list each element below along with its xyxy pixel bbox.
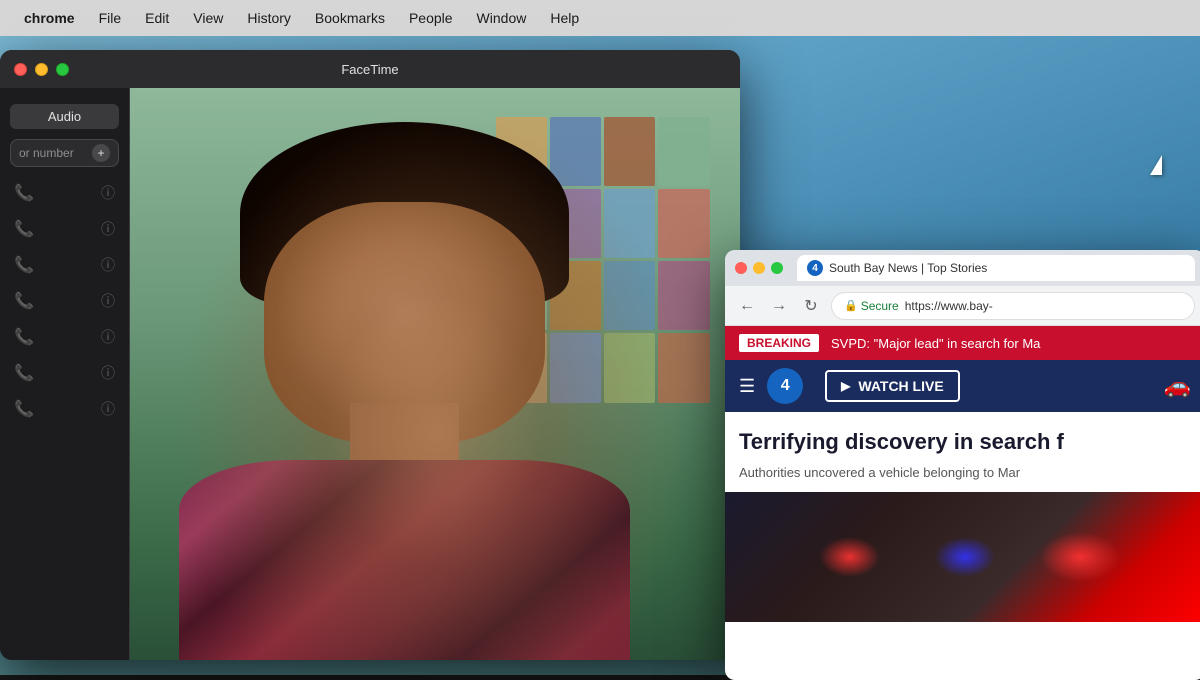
news-navbar: ☰ 4 ▶ WATCH LIVE 🚗 xyxy=(725,360,1200,412)
menu-people[interactable]: People xyxy=(397,6,465,30)
secure-badge: 🔒 Secure xyxy=(844,299,899,313)
add-contact-button[interactable]: + xyxy=(92,144,110,162)
phone-icon: 📞 xyxy=(14,183,34,203)
facetime-title: FaceTime xyxy=(341,62,398,77)
info-icon[interactable]: ⓘ xyxy=(101,291,115,311)
info-icon[interactable]: ⓘ xyxy=(101,399,115,419)
traffic-lights xyxy=(14,63,69,76)
contact-row[interactable]: 📞 ⓘ xyxy=(0,283,129,319)
news-headline: Terrifying discovery in search f xyxy=(739,428,1191,456)
police-lights xyxy=(773,518,1157,596)
contact-row[interactable]: 📞 ⓘ xyxy=(0,355,129,391)
info-icon[interactable]: ⓘ xyxy=(101,327,115,347)
chrome-maximize-button[interactable] xyxy=(771,262,783,274)
news-subtext: Authorities uncovered a vehicle belongin… xyxy=(739,464,1191,482)
phone-icon: 📞 xyxy=(14,327,34,347)
phone-icon: 📞 xyxy=(14,219,34,239)
chrome-close-button[interactable] xyxy=(735,262,747,274)
menu-file[interactable]: File xyxy=(87,6,134,30)
close-button[interactable] xyxy=(14,63,27,76)
hamburger-menu-icon[interactable]: ☰ xyxy=(739,376,755,397)
chrome-tab[interactable]: 4 South Bay News | Top Stories xyxy=(797,255,1195,281)
contact-row[interactable]: 📞 ⓘ xyxy=(0,211,129,247)
chrome-minimize-button[interactable] xyxy=(753,262,765,274)
facetime-window: FaceTime Audio or number + 📞 ⓘ 📞 ⓘ 📞 ⓘ 📞… xyxy=(0,50,740,660)
audio-button[interactable]: Audio xyxy=(10,104,119,129)
url-text: https://www.bay- xyxy=(905,299,993,313)
car-icon: 🚗 xyxy=(1164,373,1191,399)
phone-icon: 📞 xyxy=(14,363,34,383)
watch-live-button[interactable]: ▶ WATCH LIVE xyxy=(825,370,960,402)
facetime-video xyxy=(130,88,740,660)
contact-row[interactable]: 📞 ⓘ xyxy=(0,391,129,427)
menu-window[interactable]: Window xyxy=(465,6,539,30)
contacts-list: 📞 ⓘ 📞 ⓘ 📞 ⓘ 📞 ⓘ 📞 ⓘ 📞 ⓘ xyxy=(0,171,129,650)
menu-bookmarks[interactable]: Bookmarks xyxy=(303,6,397,30)
play-icon: ▶ xyxy=(841,379,850,393)
info-icon[interactable]: ⓘ xyxy=(101,183,115,203)
search-bar[interactable]: or number + xyxy=(10,139,119,167)
phone-icon: 📞 xyxy=(14,291,34,311)
lock-icon: 🔒 xyxy=(844,299,858,312)
tab-title: South Bay News | Top Stories xyxy=(829,261,987,275)
search-placeholder-text: or number xyxy=(19,146,86,160)
menu-history[interactable]: History xyxy=(235,6,303,30)
refresh-button[interactable]: ↻ xyxy=(799,294,823,318)
back-button[interactable]: ← xyxy=(735,294,759,318)
breaking-label: BREAKING xyxy=(739,334,819,352)
chrome-titlebar: 4 South Bay News | Top Stories xyxy=(725,250,1200,286)
menu-view[interactable]: View xyxy=(181,6,235,30)
facetime-titlebar: FaceTime xyxy=(0,50,740,88)
secure-label: Secure xyxy=(861,299,899,313)
contact-row[interactable]: 📞 ⓘ xyxy=(0,319,129,355)
news-content: Terrifying discovery in search f Authori… xyxy=(725,412,1200,492)
phone-icon: 📞 xyxy=(14,399,34,419)
menu-edit[interactable]: Edit xyxy=(133,6,181,30)
watch-live-label: WATCH LIVE xyxy=(858,378,943,394)
forward-button[interactable]: → xyxy=(767,294,791,318)
info-icon[interactable]: ⓘ xyxy=(101,255,115,275)
breaking-text: SVPD: "Major lead" in search for Ma xyxy=(831,336,1040,351)
info-icon[interactable]: ⓘ xyxy=(101,219,115,239)
minimize-button[interactable] xyxy=(35,63,48,76)
facetime-sidebar: Audio or number + 📞 ⓘ 📞 ⓘ 📞 ⓘ 📞 ⓘ xyxy=(0,88,130,660)
chrome-omnibar: ← → ↻ 🔒 Secure https://www.bay- xyxy=(725,286,1200,326)
breaking-news-bar: BREAKING SVPD: "Major lead" in search fo… xyxy=(725,326,1200,360)
menu-bar: chrome File Edit View History Bookmarks … xyxy=(0,0,1200,36)
info-icon[interactable]: ⓘ xyxy=(101,363,115,383)
chrome-window: 4 South Bay News | Top Stories ← → ↻ 🔒 S… xyxy=(725,250,1200,680)
menu-chrome[interactable]: chrome xyxy=(12,6,87,30)
contact-row[interactable]: 📞 ⓘ xyxy=(0,247,129,283)
news-image xyxy=(725,492,1200,622)
video-overlay xyxy=(130,88,740,660)
menu-help[interactable]: Help xyxy=(538,6,591,30)
address-bar[interactable]: 🔒 Secure https://www.bay- xyxy=(831,292,1195,320)
contact-row[interactable]: 📞 ⓘ xyxy=(0,175,129,211)
phone-icon: 📞 xyxy=(14,255,34,275)
news-logo: 4 xyxy=(767,368,803,404)
tab-favicon: 4 xyxy=(807,260,823,276)
maximize-button[interactable] xyxy=(56,63,69,76)
